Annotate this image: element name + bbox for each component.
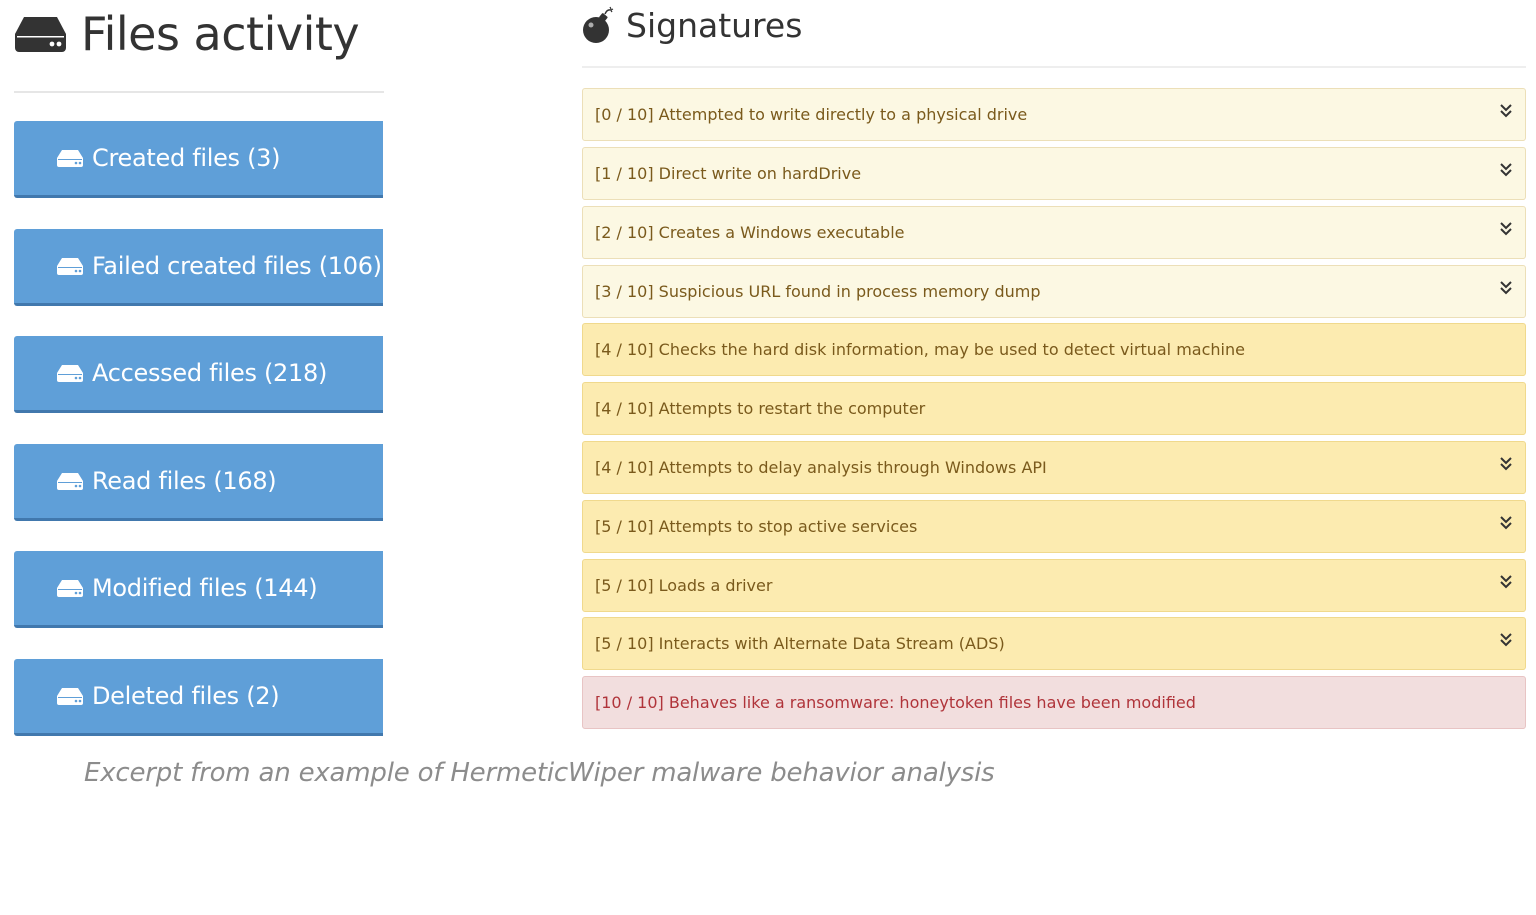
- signature-text: [4 / 10] Attempts to restart the compute…: [595, 399, 926, 418]
- created-files-button[interactable]: Created files (3): [14, 121, 383, 198]
- files-activity-header: Files activity: [14, 0, 384, 68]
- signature-row[interactable]: [4 / 10] Attempts to restart the compute…: [582, 382, 1526, 435]
- read-files-button[interactable]: Read files (168): [14, 444, 383, 521]
- hdd-icon: [56, 578, 84, 598]
- deleted-files-label: Deleted files (2): [92, 682, 280, 710]
- signature-row[interactable]: [5 / 10] Loads a driver: [582, 559, 1526, 612]
- signatures-divider: [582, 66, 1526, 68]
- signatures-title: Signatures: [626, 5, 803, 45]
- chevron-double-down-icon[interactable]: [1499, 573, 1513, 589]
- created-files-label: Created files (3): [92, 144, 281, 172]
- hdd-icon: [56, 148, 84, 168]
- signature-text: [5 / 10] Loads a driver: [595, 576, 773, 595]
- chevron-double-down-icon[interactable]: [1499, 161, 1513, 177]
- read-files-label: Read files (168): [92, 467, 277, 495]
- files-activity-panel: Files activity Created files (3) Failed …: [14, 0, 384, 736]
- hdd-icon: [56, 471, 84, 491]
- signature-row[interactable]: [4 / 10] Checks the hard disk informatio…: [582, 323, 1526, 376]
- signature-row[interactable]: [3 / 10] Suspicious URL found in process…: [582, 265, 1526, 318]
- chevron-double-down-icon[interactable]: [1499, 220, 1513, 236]
- signature-row[interactable]: [2 / 10] Creates a Windows executable: [582, 206, 1526, 259]
- signature-row[interactable]: [10 / 10] Behaves like a ransomware: hon…: [582, 676, 1526, 729]
- failed-created-files-label: Failed created files (106): [92, 252, 382, 280]
- chevron-double-down-icon[interactable]: [1499, 279, 1513, 295]
- files-divider: [14, 91, 384, 93]
- accessed-files-button[interactable]: Accessed files (218): [14, 336, 383, 413]
- signature-text: [4 / 10] Attempts to delay analysis thro…: [595, 458, 1047, 477]
- deleted-files-button[interactable]: Deleted files (2): [14, 659, 383, 736]
- page: Files activity Created files (3) Failed …: [0, 0, 1536, 915]
- caption: Excerpt from an example of HermeticWiper…: [84, 758, 995, 788]
- accessed-files-label: Accessed files (218): [92, 359, 328, 387]
- signature-text: [3 / 10] Suspicious URL found in process…: [595, 282, 1041, 301]
- signature-text: [5 / 10] Interacts with Alternate Data S…: [595, 634, 1005, 653]
- signature-text: [1 / 10] Direct write on hardDrive: [595, 164, 862, 183]
- signature-text: [0 / 10] Attempted to write directly to …: [595, 105, 1028, 124]
- signature-row[interactable]: [1 / 10] Direct write on hardDrive: [582, 147, 1526, 200]
- hdd-icon: [56, 256, 84, 276]
- signature-row[interactable]: [4 / 10] Attempts to delay analysis thro…: [582, 441, 1526, 494]
- signature-text: [10 / 10] Behaves like a ransomware: hon…: [595, 693, 1196, 712]
- chevron-double-down-icon[interactable]: [1499, 102, 1513, 118]
- files-activity-title: Files activity: [81, 7, 360, 61]
- failed-created-files-button[interactable]: Failed created files (106): [14, 229, 383, 306]
- signature-text: [4 / 10] Checks the hard disk informatio…: [595, 340, 1245, 359]
- signature-row[interactable]: [0 / 10] Attempted to write directly to …: [582, 88, 1526, 141]
- signature-text: [5 / 10] Attempts to stop active service…: [595, 517, 918, 536]
- modified-files-label: Modified files (144): [92, 574, 318, 602]
- chevron-double-down-icon[interactable]: [1499, 455, 1513, 471]
- chevron-double-down-icon[interactable]: [1499, 631, 1513, 647]
- signatures-header: Signatures: [582, 3, 802, 47]
- signature-text: [2 / 10] Creates a Windows executable: [595, 223, 905, 242]
- hdd-icon: [56, 363, 84, 383]
- chevron-double-down-icon[interactable]: [1499, 514, 1513, 530]
- signature-row[interactable]: [5 / 10] Interacts with Alternate Data S…: [582, 617, 1526, 670]
- hdd-icon: [14, 14, 67, 54]
- signature-row[interactable]: [5 / 10] Attempts to stop active service…: [582, 500, 1526, 553]
- bomb-icon: [582, 6, 614, 44]
- hdd-icon: [56, 686, 84, 706]
- modified-files-button[interactable]: Modified files (144): [14, 551, 383, 628]
